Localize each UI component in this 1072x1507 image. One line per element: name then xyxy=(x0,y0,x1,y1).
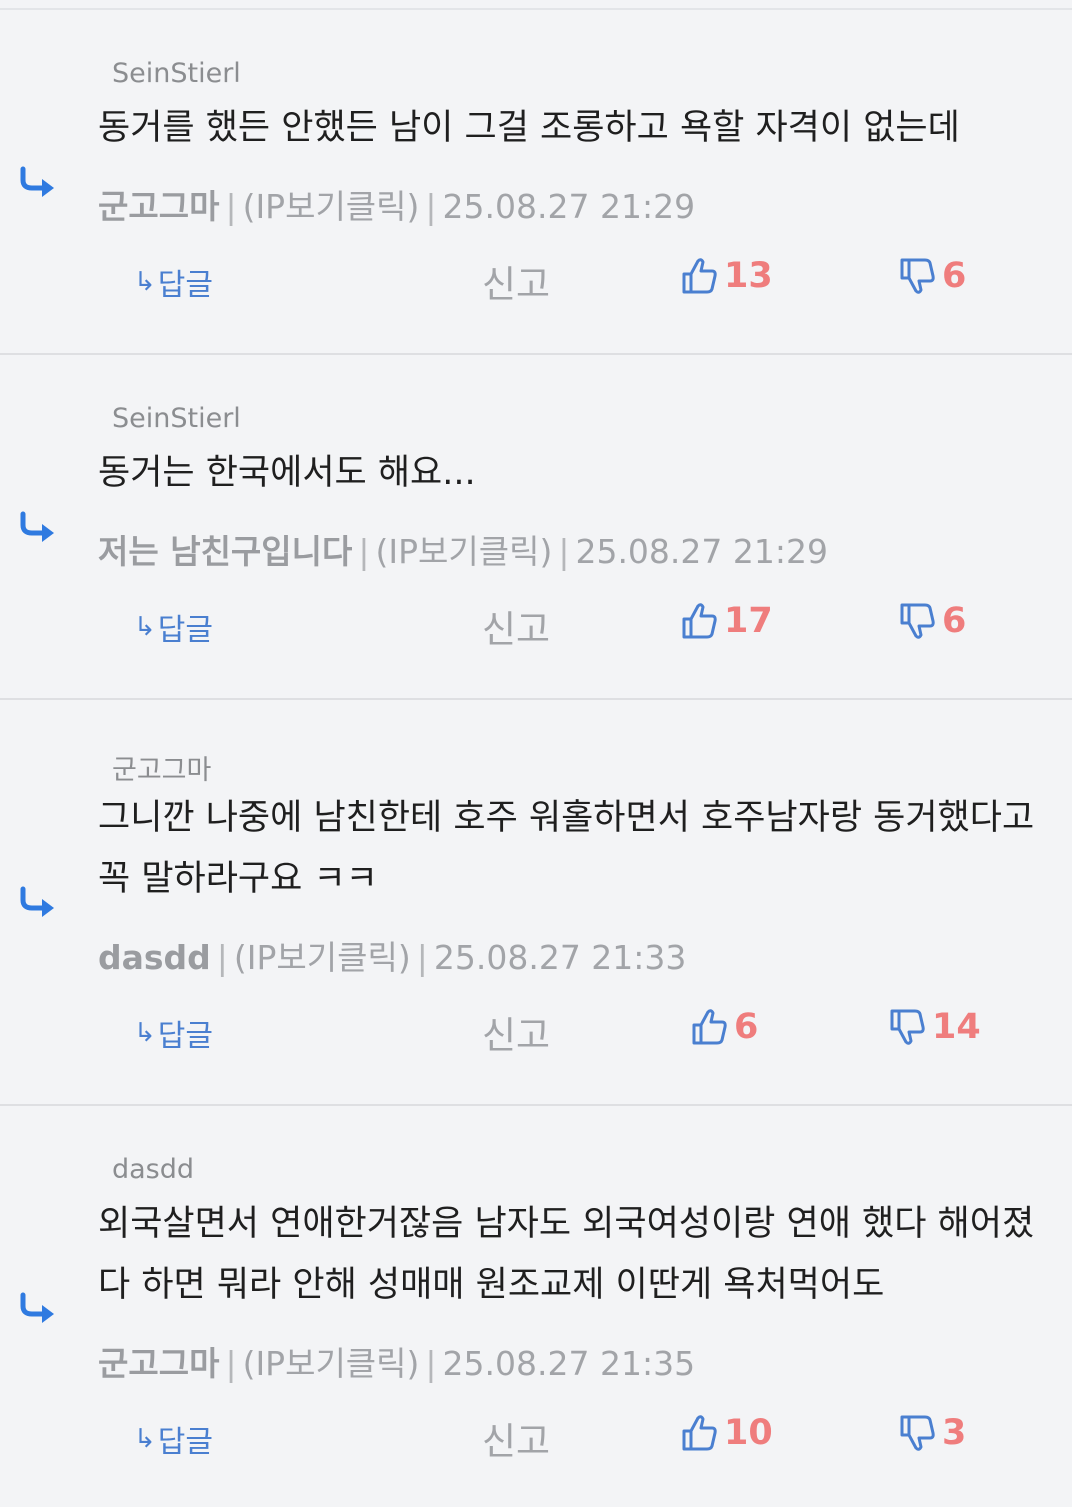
dislike-button[interactable]: 3 xyxy=(898,1413,966,1453)
meta-separator: | xyxy=(216,938,228,977)
dislike-button[interactable]: 6 xyxy=(898,256,966,296)
parent-author: dasdd xyxy=(112,1154,195,1185)
comment-item: SeinStierl 동거를 했든 안했든 남이 그걸 조롱하고 욕할 자격이 … xyxy=(0,10,1072,355)
like-button[interactable]: 10 xyxy=(680,1413,773,1453)
comment-meta: 저는 남친구입니다 | (IP보기클릭) | 25.08.27 21:29 xyxy=(98,525,828,573)
reply-label: 답글 xyxy=(157,1425,213,1460)
comment-meta: 군고그마 | (IP보기클릭) | 25.08.27 21:35 xyxy=(98,1337,695,1385)
reply-button[interactable]: ↳ 답글 xyxy=(134,1417,213,1461)
reply-button[interactable]: ↳ 답글 xyxy=(134,1011,213,1055)
like-count: 6 xyxy=(734,1007,759,1047)
comment-author[interactable]: dasdd xyxy=(98,938,211,977)
ip-view-link[interactable]: (IP보기클릭) xyxy=(243,187,420,226)
comment-author[interactable]: 저는 남친구입니다 xyxy=(98,532,352,571)
comment-text: 외국살면서 연애한거잖음 남자도 외국여성이랑 연애 했다 해어졌다 하면 뭐라… xyxy=(98,1204,1035,1305)
comment-timestamp: 25.08.27 21:29 xyxy=(442,187,696,226)
report-button[interactable]: 신고 xyxy=(482,1411,550,1465)
reply-arrow-icon xyxy=(20,1292,54,1323)
comment-timestamp: 25.08.27 21:33 xyxy=(433,938,687,977)
meta-separator: | xyxy=(225,1344,237,1383)
meta-separator: | xyxy=(425,1344,437,1383)
thumbs-down-icon xyxy=(900,603,935,639)
action-row: ↳ 답글 신고 10 3 xyxy=(0,1411,1072,1463)
reply-label: 답글 xyxy=(157,613,213,648)
dislike-count: 6 xyxy=(942,601,967,641)
meta-separator: | xyxy=(558,532,570,571)
thumbs-up-icon xyxy=(682,258,717,294)
reply-mini-arrow-icon: ↳ xyxy=(134,1018,156,1048)
thumbs-down-icon xyxy=(900,258,935,294)
meta-separator: | xyxy=(358,532,370,571)
comment-item: dasdd 외국살면서 연애한거잖음 남자도 외국여성이랑 연애 했다 해어졌다… xyxy=(0,1106,1072,1507)
comment-text: 그니깐 나중에 남친한테 호주 워홀하면서 호주남자랑 동거했다고 꼭 말하라구… xyxy=(98,798,1035,899)
thumbs-up-icon xyxy=(682,1415,717,1451)
comment-text: 동거를 했든 안했든 남이 그걸 조롱하고 욕할 자격이 없는데 xyxy=(98,108,960,148)
comment-text: 동거는 한국에서도 해요... xyxy=(98,453,476,493)
like-count: 10 xyxy=(724,1413,773,1453)
thumbs-down-icon xyxy=(890,1009,925,1045)
reply-button[interactable]: ↳ 답글 xyxy=(134,605,213,649)
report-button[interactable]: 신고 xyxy=(482,1005,550,1059)
parent-author: 군고그마 xyxy=(112,755,212,786)
reply-arrow-icon xyxy=(20,166,54,197)
ip-view-link[interactable]: (IP보기클릭) xyxy=(243,1344,420,1383)
comment-author[interactable]: 군고그마 xyxy=(98,187,219,226)
comment-meta: dasdd | (IP보기클릭) | 25.08.27 21:33 xyxy=(98,931,686,979)
reply-mini-arrow-icon: ↳ xyxy=(134,612,156,642)
comment-author[interactable]: 군고그마 xyxy=(98,1344,219,1383)
ip-view-link[interactable]: (IP보기클릭) xyxy=(234,938,411,977)
thumbs-up-icon xyxy=(682,603,717,639)
parent-author: SeinStierl xyxy=(112,403,241,434)
meta-separator: | xyxy=(425,187,437,226)
dislike-count: 6 xyxy=(942,256,967,296)
like-button[interactable]: 13 xyxy=(680,256,773,296)
reply-button[interactable]: ↳ 답글 xyxy=(134,260,213,304)
like-count: 17 xyxy=(724,601,773,641)
dislike-button[interactable]: 14 xyxy=(888,1007,981,1047)
comment-item: 군고그마 그니깐 나중에 남친한테 호주 워홀하면서 호주남자랑 동거했다고 꼭… xyxy=(0,700,1072,1106)
comment-timestamp: 25.08.27 21:35 xyxy=(442,1344,696,1383)
thumbs-down-icon xyxy=(900,1415,935,1451)
reply-mini-arrow-icon: ↳ xyxy=(134,267,156,297)
like-button[interactable]: 6 xyxy=(690,1007,758,1047)
reply-label: 답글 xyxy=(157,268,213,303)
reply-mini-arrow-icon: ↳ xyxy=(134,1424,156,1454)
report-button[interactable]: 신고 xyxy=(482,254,550,308)
action-row: ↳ 답글 신고 6 14 xyxy=(0,1005,1072,1057)
comment-meta: 군고그마 | (IP보기클릭) | 25.08.27 21:29 xyxy=(98,180,695,228)
like-count: 13 xyxy=(724,256,773,296)
thumbs-up-icon xyxy=(692,1009,727,1045)
ip-view-link[interactable]: (IP보기클릭) xyxy=(376,532,553,571)
meta-separator: | xyxy=(225,187,237,226)
action-row: ↳ 답글 신고 17 6 xyxy=(0,599,1072,651)
action-row: ↳ 답글 신고 13 6 xyxy=(0,254,1072,306)
report-button[interactable]: 신고 xyxy=(482,599,550,653)
reply-arrow-icon xyxy=(20,886,54,917)
comment-timestamp: 25.08.27 21:29 xyxy=(575,532,828,571)
like-button[interactable]: 17 xyxy=(680,601,773,641)
parent-author: SeinStierl xyxy=(112,58,241,89)
dislike-count: 14 xyxy=(932,1007,981,1047)
reply-arrow-icon xyxy=(20,511,54,542)
dislike-count: 3 xyxy=(942,1413,967,1453)
comment-item: SeinStierl 동거는 한국에서도 해요... 저는 남친구입니다 | (IP… xyxy=(0,355,1072,700)
dislike-button[interactable]: 6 xyxy=(898,601,966,641)
meta-separator: | xyxy=(416,938,428,977)
reply-label: 답글 xyxy=(157,1019,213,1054)
